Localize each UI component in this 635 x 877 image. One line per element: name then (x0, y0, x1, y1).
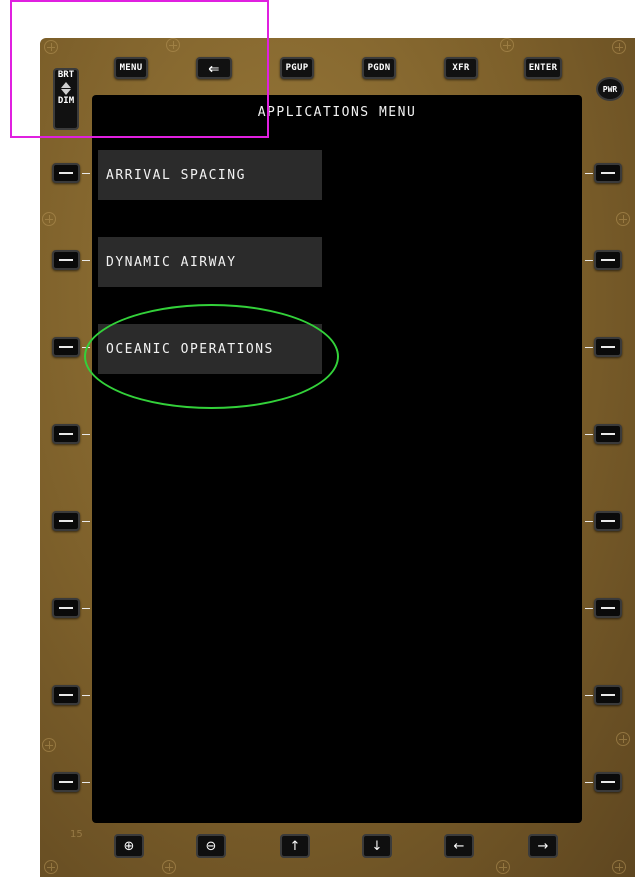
enter-button[interactable]: ENTER (524, 57, 562, 79)
left-line-select-key-2[interactable] (52, 250, 80, 270)
screw-icon (500, 38, 514, 52)
tick-mark (585, 347, 593, 348)
arrow-down-button[interactable]: ↓ (362, 834, 392, 858)
arrow-left-button[interactable]: ← (444, 834, 474, 858)
screw-icon (612, 860, 626, 874)
tick-mark (82, 695, 90, 696)
menu-item-dynamic-airway[interactable]: DYNAMIC AIRWAY (98, 237, 322, 287)
tick-mark (82, 608, 90, 609)
right-line-select-key-8[interactable] (594, 772, 622, 792)
right-line-select-key-7[interactable] (594, 685, 622, 705)
arrow-right-button[interactable]: → (528, 834, 558, 858)
right-line-select-key-3[interactable] (594, 337, 622, 357)
screw-icon (44, 860, 58, 874)
left-line-select-key-8[interactable] (52, 772, 80, 792)
screw-icon (162, 860, 176, 874)
left-line-select-key-7[interactable] (52, 685, 80, 705)
screw-icon (496, 860, 510, 874)
arrow-up-button[interactable]: ↑ (280, 834, 310, 858)
right-line-select-key-6[interactable] (594, 598, 622, 618)
annotation-highlight-ellipse (84, 304, 339, 409)
zoom-out-button[interactable]: ⊖ (196, 834, 226, 858)
screw-icon (42, 212, 56, 226)
tick-mark (82, 521, 90, 522)
display-screen: APPLICATIONS MENU ARRIVAL SPACING DYNAMI… (92, 95, 582, 823)
right-line-select-key-2[interactable] (594, 250, 622, 270)
left-line-select-key-1[interactable] (52, 163, 80, 183)
annotation-highlight-box (10, 0, 269, 138)
tick-mark (585, 695, 593, 696)
screw-icon (616, 212, 630, 226)
tick-mark (585, 260, 593, 261)
screw-icon (616, 732, 630, 746)
tick-mark (585, 608, 593, 609)
page-up-button[interactable]: PGUP (280, 57, 314, 79)
left-line-select-key-6[interactable] (52, 598, 80, 618)
transfer-button[interactable]: XFR (444, 57, 478, 79)
zoom-in-button[interactable]: ⊕ (114, 834, 144, 858)
menu-item-arrival-spacing[interactable]: ARRIVAL SPACING (98, 150, 322, 200)
bezel-number: 15 (70, 829, 83, 840)
tick-mark (82, 173, 90, 174)
left-line-select-key-5[interactable] (52, 511, 80, 531)
left-line-select-key-3[interactable] (52, 337, 80, 357)
tick-mark (82, 434, 90, 435)
tick-mark (82, 260, 90, 261)
page-down-button[interactable]: PGDN (362, 57, 396, 79)
power-button[interactable]: PWR (596, 77, 624, 101)
tick-mark (585, 434, 593, 435)
tick-mark (82, 782, 90, 783)
left-line-select-key-4[interactable] (52, 424, 80, 444)
tick-mark (585, 782, 593, 783)
right-line-select-key-4[interactable] (594, 424, 622, 444)
right-line-select-key-1[interactable] (594, 163, 622, 183)
right-line-select-key-5[interactable] (594, 511, 622, 531)
tick-mark (585, 521, 593, 522)
screw-icon (42, 738, 56, 752)
screw-icon (612, 40, 626, 54)
tick-mark (585, 173, 593, 174)
